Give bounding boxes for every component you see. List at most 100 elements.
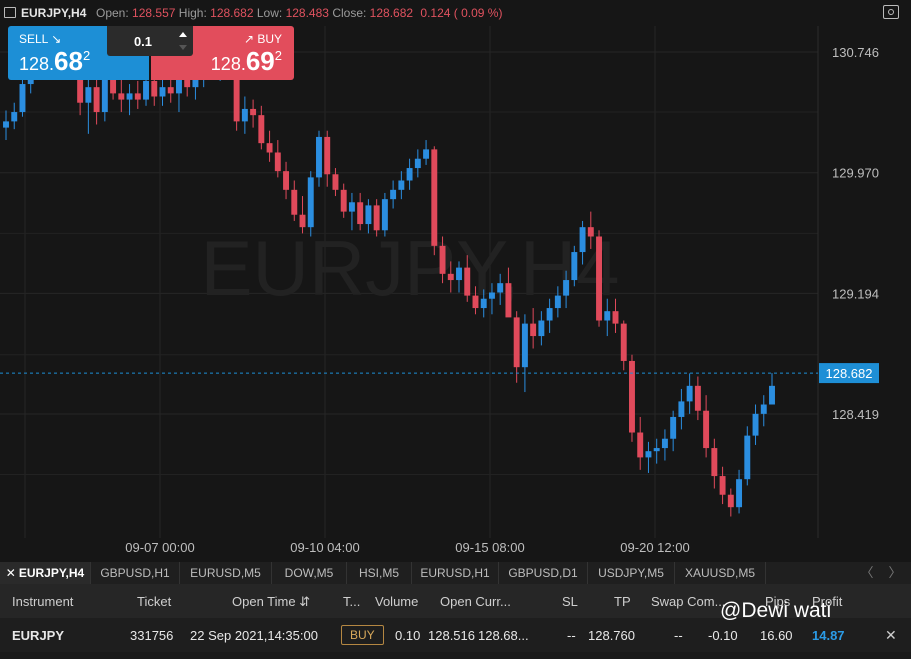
tab-eurusd-h1[interactable]: EURUSD,H1 bbox=[412, 562, 499, 584]
candle-body bbox=[151, 80, 158, 97]
lot-size-input[interactable]: 0.1 bbox=[107, 26, 193, 56]
candle-body bbox=[93, 87, 100, 113]
tab-prev-icon[interactable]: 〈 bbox=[856, 562, 878, 584]
y-tick-label: 130.746 bbox=[832, 45, 879, 60]
tab-hsi-m5[interactable]: HSI,M5 bbox=[347, 562, 412, 584]
candle-body bbox=[431, 149, 438, 246]
candle-body bbox=[365, 205, 372, 225]
col-sl[interactable]: SL bbox=[562, 594, 578, 609]
candle-body bbox=[250, 108, 257, 116]
current-price-label: 128.682 bbox=[826, 366, 873, 381]
candle-body bbox=[653, 448, 660, 452]
cell-ticket: 331756 bbox=[130, 628, 174, 643]
x-tick-label: 09-07 00:00 bbox=[125, 540, 194, 555]
candle-body bbox=[373, 205, 380, 231]
candle-body bbox=[241, 108, 248, 122]
watermark-credit: @Dewi wati bbox=[720, 599, 832, 622]
candle-body bbox=[472, 295, 479, 309]
buy-price-pips: 69 bbox=[245, 46, 275, 76]
candle-body bbox=[447, 273, 454, 281]
candle-body bbox=[571, 252, 578, 281]
candlestick-chart[interactable]: EURJPY,H4 130.746 129.970 129.194 128.419 09-… bbox=[0, 0, 911, 560]
tab-eurusd-m5[interactable]: EURUSD,M5 bbox=[180, 562, 272, 584]
candle-body bbox=[307, 177, 314, 228]
buy-price: 128.692 bbox=[211, 46, 282, 77]
candle-body bbox=[159, 87, 166, 97]
candle-body bbox=[143, 80, 149, 100]
cell-tp: 128.760 bbox=[588, 628, 635, 643]
tab-gbpusd-d1[interactable]: GBPUSD,D1 bbox=[499, 562, 588, 584]
candle-body bbox=[744, 435, 751, 480]
candle-body bbox=[456, 267, 462, 281]
candle-body bbox=[299, 214, 306, 228]
candle-body bbox=[11, 112, 18, 122]
x-tick-label: 09-15 08:00 bbox=[455, 540, 524, 555]
col-volume[interactable]: Volume bbox=[375, 594, 418, 609]
tab-gbpusd-h1[interactable]: GBPUSD,H1 bbox=[91, 562, 180, 584]
x-tick-label: 09-10 04:00 bbox=[290, 540, 359, 555]
candle-body bbox=[752, 413, 759, 436]
candle-body bbox=[497, 283, 504, 293]
candle-body bbox=[620, 323, 627, 361]
col-tp[interactable]: TP bbox=[614, 594, 631, 609]
tab-xauusd-m5[interactable]: XAUUSD,M5 bbox=[675, 562, 766, 584]
candle-body bbox=[563, 280, 570, 296]
candle-body bbox=[596, 236, 602, 321]
candle-body bbox=[604, 311, 611, 321]
candle-body bbox=[480, 298, 487, 309]
col-type[interactable]: T... bbox=[343, 594, 360, 609]
cell-open-price: 128.516 bbox=[428, 628, 475, 643]
candle-body bbox=[760, 404, 767, 414]
close-icon[interactable]: ✕ bbox=[6, 566, 16, 580]
candle-body bbox=[488, 292, 495, 299]
y-tick-label: 128.419 bbox=[832, 407, 879, 422]
candle-body bbox=[637, 432, 644, 458]
candle-body bbox=[176, 77, 182, 94]
candle-body bbox=[670, 416, 677, 439]
candle-body bbox=[464, 267, 471, 296]
cell-instrument: EURJPY bbox=[12, 628, 65, 643]
candle-body bbox=[390, 189, 397, 200]
candle-body bbox=[414, 158, 421, 169]
candle-body bbox=[357, 202, 364, 225]
y-tick-label: 129.970 bbox=[832, 166, 879, 181]
cell-commission: -0.10 bbox=[708, 628, 738, 643]
table-row[interactable]: EURJPY 331756 22 Sep 2021,14:35:00 BUY 0… bbox=[0, 618, 911, 652]
close-position-icon[interactable]: ✕ bbox=[885, 627, 897, 644]
tab-next-icon[interactable]: 〉 bbox=[884, 562, 906, 584]
sell-price-pips: 68 bbox=[54, 46, 83, 76]
candle-body bbox=[126, 93, 133, 100]
candle-body bbox=[406, 168, 413, 181]
tab-label: EURJPY,H4 bbox=[18, 566, 85, 580]
col-swap-commission[interactable]: Swap Com... bbox=[651, 594, 725, 609]
candle-body bbox=[579, 227, 586, 253]
candle-body bbox=[505, 283, 512, 318]
col-ticket[interactable]: Ticket bbox=[137, 594, 171, 609]
cell-volume: 0.10 bbox=[395, 628, 421, 643]
candle-body bbox=[340, 189, 347, 212]
candle-body bbox=[686, 385, 693, 402]
candle-body bbox=[546, 308, 553, 321]
candle-body bbox=[521, 323, 528, 368]
decrement-icon[interactable] bbox=[179, 45, 187, 50]
candle-body bbox=[530, 323, 537, 337]
candle-body bbox=[398, 180, 405, 190]
col-open-current[interactable]: Open Curr... bbox=[440, 594, 511, 609]
candle-body bbox=[678, 401, 685, 417]
candle-body bbox=[587, 227, 594, 237]
candle-body bbox=[167, 87, 174, 94]
buy-label: ↗ BUY bbox=[243, 32, 282, 46]
col-open-time[interactable]: Open Time ⇵ bbox=[232, 594, 310, 610]
col-instrument[interactable]: Instrument bbox=[12, 594, 73, 609]
lot-size-value[interactable]: 0.1 bbox=[107, 34, 179, 49]
tab-eurjpy-h4[interactable]: ✕ EURJPY,H4 bbox=[0, 562, 91, 584]
lot-stepper[interactable] bbox=[176, 27, 190, 55]
sell-price: 128.682 bbox=[19, 46, 90, 77]
tab-usdjpy-m5[interactable]: USDJPY,M5 bbox=[588, 562, 675, 584]
increment-icon[interactable] bbox=[179, 32, 187, 37]
candle-body bbox=[381, 199, 388, 231]
tab-dow-m5[interactable]: DOW,M5 bbox=[272, 562, 347, 584]
chart-canvas[interactable]: EURJPY,H4130.746129.970129.194128.41909-… bbox=[0, 0, 911, 560]
type-badge: BUY bbox=[341, 625, 384, 645]
chart-tabs: ✕ EURJPY,H4 GBPUSD,H1 EURUSD,M5 DOW,M5 HS… bbox=[0, 562, 911, 584]
